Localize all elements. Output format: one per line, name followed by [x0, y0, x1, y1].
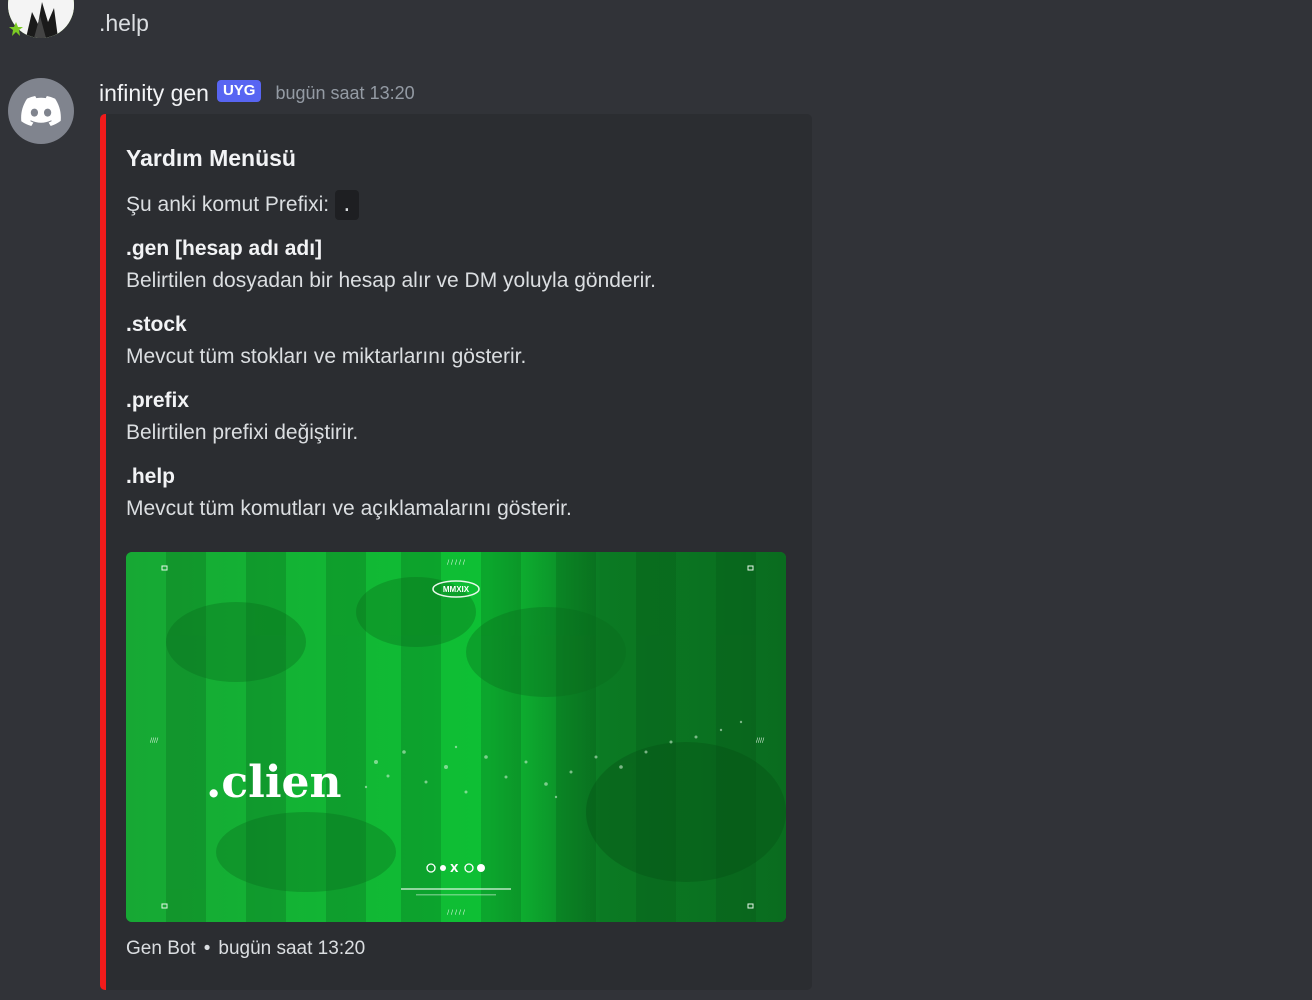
embed-field: .gen [hesap adı adı] Belirtilen dosyadan… [126, 234, 786, 296]
embed-field: .stock Mevcut tüm stokları ve miktarları… [126, 310, 786, 372]
svg-text:/ / / / /: / / / / / [447, 909, 466, 916]
embed-description: Şu anki komut Prefixi: . [126, 190, 359, 220]
chat-area: .help infinity gen UYG bugün saat 13:20 … [0, 0, 1312, 1000]
message-timestamp[interactable]: bugün saat 13:20 [275, 78, 414, 108]
svg-text:////: //// [150, 737, 159, 744]
field-value: Mevcut tüm stokları ve miktarlarını göst… [126, 345, 527, 368]
message-content: .help [99, 10, 149, 36]
discord-logo-icon [21, 96, 61, 126]
bot-avatar[interactable] [8, 78, 74, 144]
field-name: .prefix [126, 389, 190, 412]
app-badge: UYG [216, 80, 262, 102]
embed-field: .prefix Belirtilen prefixi değiştirir. [126, 386, 786, 448]
embed-field: .help Mevcut tüm komutları ve açıklamala… [126, 462, 786, 524]
field-value: Mevcut tüm komutları ve açıklamalarını g… [126, 497, 572, 520]
image-badge-text: MMXIX [443, 585, 470, 594]
footer-timestamp: bugün saat 13:20 [218, 938, 366, 959]
star-icon [9, 22, 23, 36]
embed-image[interactable]: MMXIX / / / / / //// //// .clien X / / /… [126, 552, 786, 922]
previous-message: .help [0, 0, 1312, 60]
message-header: infinity gen UYG bugün saat 13:20 [99, 78, 415, 108]
embed-title: Yardım Menüsü [126, 145, 296, 171]
field-name: .stock [126, 313, 187, 336]
field-name: .gen [hesap adı adı] [126, 237, 323, 260]
svg-text:X: X [450, 862, 459, 875]
embed-footer: Gen Bot • bugün saat 13:20 [126, 936, 365, 962]
embed-card: Yardım Menüsü Şu anki komut Prefixi: . .… [100, 114, 812, 990]
footer-name: Gen Bot [126, 938, 196, 959]
field-name: .help [126, 465, 176, 488]
field-value: Belirtilen dosyadan bir hesap alır ve DM… [126, 269, 656, 292]
svg-text:////: //// [756, 737, 765, 744]
svg-text:/ / / / /: / / / / / [447, 559, 466, 566]
field-value: Belirtilen prefixi değiştirir. [126, 421, 359, 444]
prefix-code: . [335, 190, 359, 220]
author-name[interactable]: infinity gen [99, 78, 209, 108]
prefix-label: Şu anki komut Prefixi: [126, 193, 330, 216]
footer-separator: • [203, 938, 211, 959]
green-banner-image: MMXIX / / / / / //// //// .clien X / / /… [126, 552, 786, 922]
image-brand-text: .clien [206, 757, 342, 808]
